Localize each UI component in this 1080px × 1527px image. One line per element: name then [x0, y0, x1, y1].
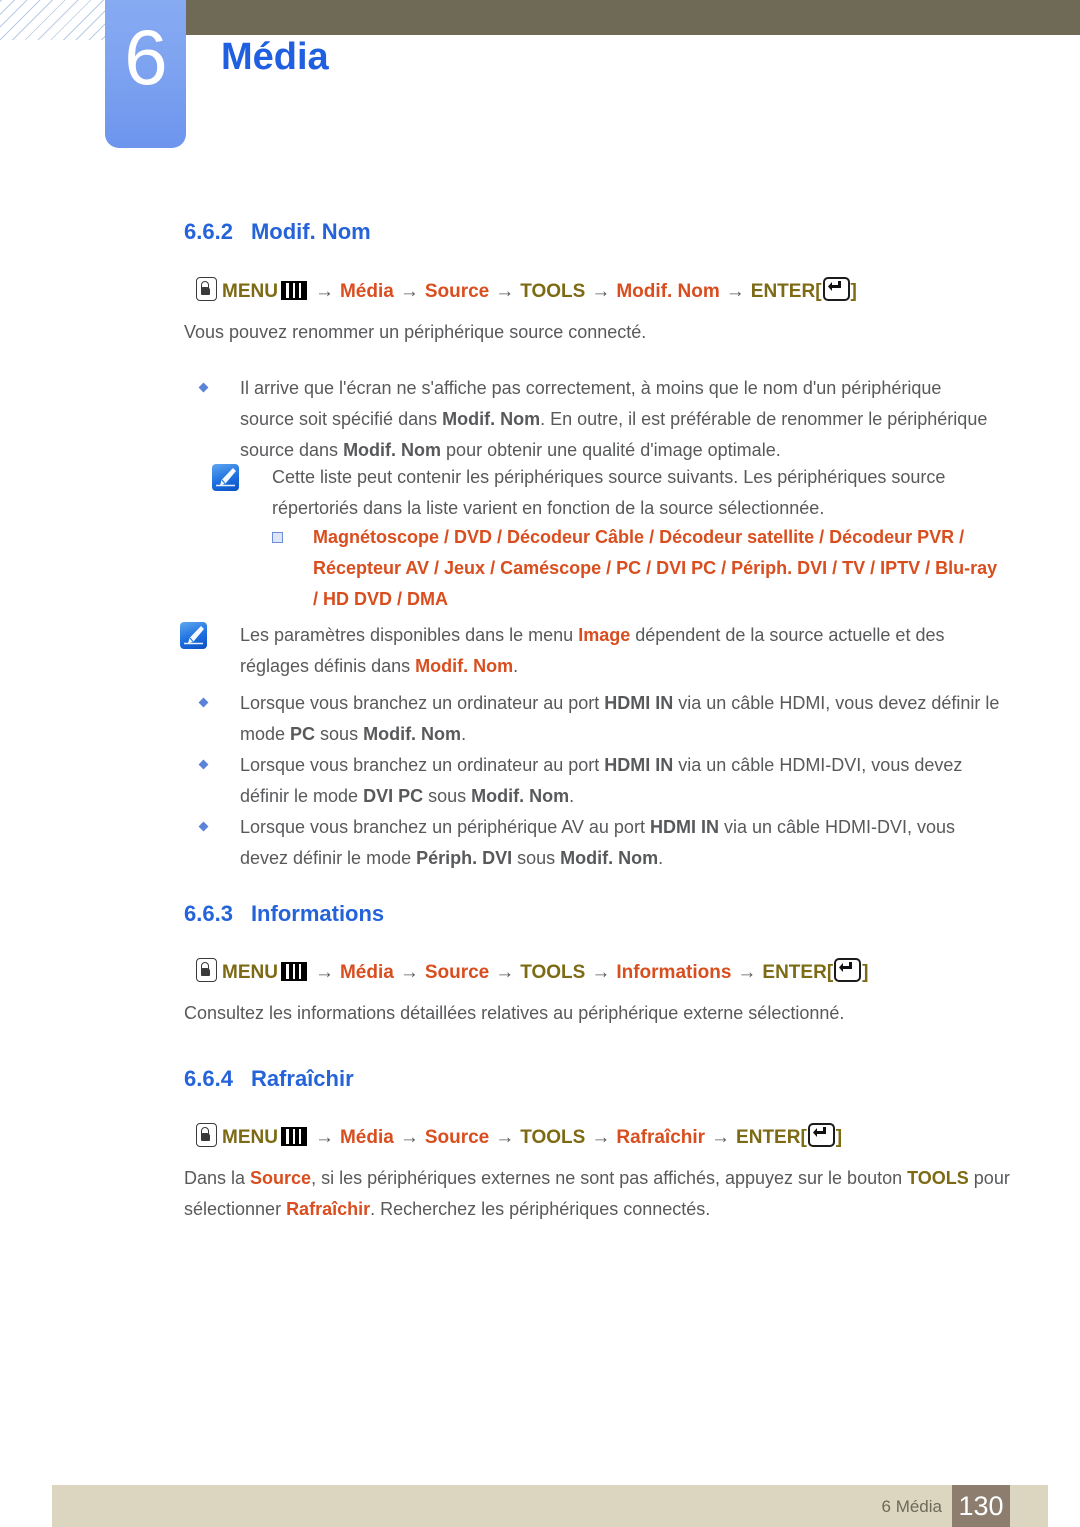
bullet-dot-icon-4 — [198, 821, 209, 832]
bracket-open-663: [ — [826, 962, 834, 983]
menu-item-source-663: Source — [424, 962, 490, 983]
note-pencil-icon — [212, 464, 239, 491]
enter-label-663: ENTER — [762, 962, 827, 983]
enter-key-icon-663 — [834, 958, 862, 982]
bullet-item-3: Lorsque vous branchez un ordinateur au p… — [198, 750, 1000, 812]
arrow-icon-5: → — [725, 281, 745, 302]
menu-path-663: MENU → Média → Source → TOOLS → Informations → ENT… — [196, 958, 868, 986]
enter-label: ENTER — [750, 281, 816, 302]
arrow-icon-664-4: → — [591, 1127, 611, 1148]
note-text-2: Les paramètres disponibles dans le menu … — [240, 625, 945, 676]
menu-path-664: MENU → Média → Source → TOOLS → Rafraîchir → ENTER… — [196, 1123, 842, 1151]
bracket-close-664: ] — [835, 1127, 843, 1148]
menu-item-media-664: Média — [339, 1127, 394, 1148]
menu-item-tools-664: TOOLS — [520, 1127, 586, 1148]
note-box-1: Cette liste peut contenir les périphériq… — [212, 462, 1012, 524]
note-box-2: Les paramètres disponibles dans le menu … — [180, 620, 1010, 682]
hand-pointer-icon-663 — [196, 958, 217, 982]
chapter-number: 6 — [124, 13, 167, 101]
arrow-icon-663-5: → — [737, 962, 757, 983]
menu-item-media: Média — [339, 281, 394, 302]
body-paragraph-664: Dans la Source, si les périphériques ext… — [184, 1168, 1010, 1219]
header-olive-bar — [186, 0, 1080, 35]
menu-label: MENU — [222, 281, 278, 302]
device-list-item: Magnétoscope / DVD / Décodeur Câble / Dé… — [272, 522, 1000, 615]
arrow-icon-663-1: → — [314, 962, 334, 983]
arrow-icon-664-5: → — [711, 1127, 731, 1148]
bullet-item-4: Lorsque vous branchez un périphérique AV… — [198, 812, 1000, 874]
bullet-dot-icon-3 — [198, 759, 209, 770]
menu-item-source-664: Source — [424, 1127, 490, 1148]
arrow-icon-4: → — [591, 281, 611, 302]
arrow-icon-3: → — [495, 281, 515, 302]
menu-label-664: MENU — [222, 1127, 278, 1148]
bullet-text-3: Lorsque vous branchez un ordinateur au p… — [240, 755, 963, 806]
page-header: 6 Média — [0, 0, 1080, 160]
menu-item-tools-663: TOOLS — [520, 962, 586, 983]
note-pencil-icon-2 — [180, 622, 207, 649]
arrow-icon-1: → — [314, 281, 334, 302]
section-number-664: 6.6.4 — [184, 1066, 233, 1091]
section-title-662: Modif. Nom — [250, 219, 371, 244]
menu-item-rafraichir: Rafraîchir — [616, 1127, 706, 1148]
bullet-text-4: Lorsque vous branchez un périphérique AV… — [240, 817, 956, 868]
bullet-item-1: Il arrive que l'écran ne s'affiche pas c… — [198, 373, 1000, 466]
note-text-1: Cette liste peut contenir les périphériq… — [272, 467, 946, 518]
hand-pointer-icon — [196, 277, 217, 301]
section-number-663: 6.6.3 — [184, 901, 233, 926]
arrow-icon-663-4: → — [591, 962, 611, 983]
bracket-close-663: ] — [862, 962, 869, 983]
bullet-dot-icon-2 — [198, 697, 209, 708]
bullet-text-2: Lorsque vous branchez un ordinateur au p… — [240, 693, 1000, 744]
menu-item-tools: TOOLS — [520, 281, 586, 302]
menu-path-662: MENU → Média → Source → TOOLS → Modif. Nom → ENTER… — [196, 277, 857, 305]
arrow-icon-664-1: → — [314, 1127, 334, 1148]
section-heading-662: 6.6.2 Modif. Nom — [184, 218, 371, 246]
arrow-icon-664-2: → — [399, 1127, 419, 1148]
intro-paragraph-662: Vous pouvez renommer un périphérique sou… — [184, 322, 647, 342]
bullet-item-2: Lorsque vous branchez un ordinateur au p… — [198, 688, 1000, 750]
footer-page-number: 130 — [952, 1485, 1010, 1527]
section-title-663: Informations — [250, 901, 385, 926]
section-number-662: 6.6.2 — [184, 219, 233, 244]
menu-bars-icon — [280, 281, 307, 300]
arrow-icon-2: → — [399, 281, 419, 302]
bullet-dot-icon — [198, 382, 209, 393]
menu-item-source: Source — [424, 281, 490, 302]
menu-bars-icon-664 — [280, 1127, 307, 1146]
menu-item-informations: Informations — [616, 962, 732, 983]
bracket-open-664: [ — [800, 1127, 807, 1148]
arrow-icon-663-3: → — [495, 962, 515, 983]
menu-item-media-663: Média — [339, 962, 394, 983]
section-title-664: Rafraîchir — [250, 1066, 354, 1091]
hand-pointer-icon-664 — [196, 1123, 217, 1147]
section-heading-663: 6.6.3 Informations — [184, 900, 384, 928]
page-footer: 6 Média 130 — [52, 1485, 1048, 1527]
hatch-decoration — [0, 0, 108, 40]
menu-item-modif-nom: Modif. Nom — [616, 281, 720, 302]
body-paragraph-663: Consultez les informations détaillées re… — [184, 1003, 845, 1023]
enter-label-664: ENTER — [736, 1127, 801, 1148]
chapter-badge: 6 — [105, 0, 186, 148]
bullet-text-1: Il arrive que l'écran ne s'affiche pas c… — [240, 378, 988, 460]
menu-label-663: MENU — [222, 962, 278, 983]
arrow-icon-664-3: → — [495, 1127, 515, 1148]
section-heading-664: 6.6.4 Rafraîchir — [184, 1065, 354, 1093]
menu-bars-icon-663 — [280, 962, 307, 981]
enter-key-icon — [822, 277, 850, 301]
device-list-text: Magnétoscope / DVD / Décodeur Câble / Dé… — [313, 527, 998, 609]
bracket-open-662: [ — [815, 281, 822, 302]
sub-bullet-square-icon — [272, 532, 283, 543]
arrow-icon-663-2: → — [399, 962, 419, 983]
chapter-title: Média — [221, 36, 329, 78]
footer-chapter-label: 6 Média — [881, 1497, 942, 1516]
bracket-close-662: ] — [850, 281, 857, 302]
enter-key-icon-664 — [807, 1123, 835, 1147]
